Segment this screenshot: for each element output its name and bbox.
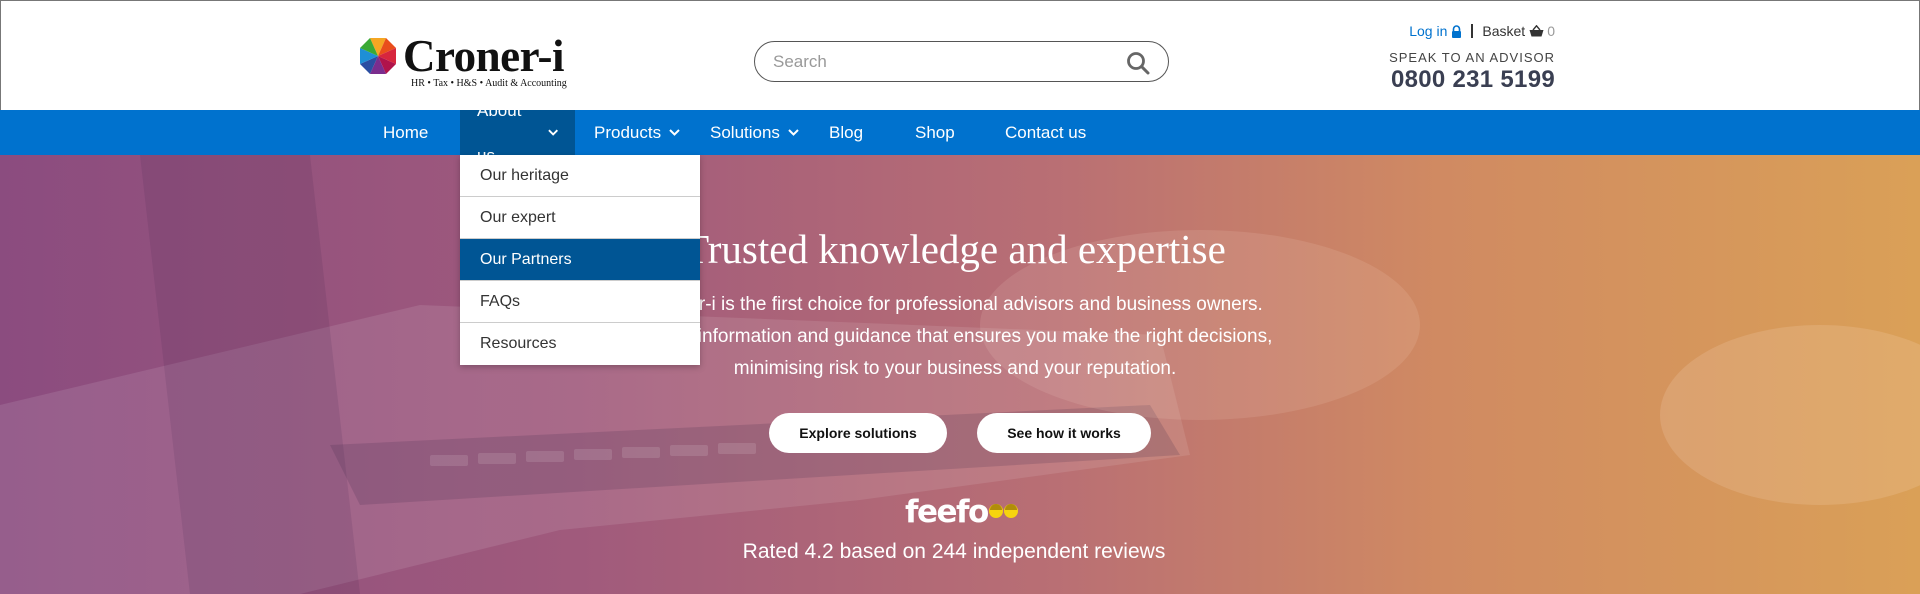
login-label: Log in [1409, 23, 1448, 39]
brand-name: Croner-i [403, 31, 564, 81]
nav-shop[interactable]: Shop [898, 110, 972, 155]
hero-line: Croner-i is the first choice for profess… [647, 294, 1263, 315]
search-icon[interactable] [1126, 51, 1150, 75]
nav-home-label: Home [383, 123, 429, 142]
basket-label: Basket [1482, 23, 1526, 39]
search-box [754, 41, 1169, 82]
hero-line: minimising risk to your business and you… [733, 358, 1177, 379]
nav-blog[interactable]: Blog [812, 110, 880, 155]
basket-count: 0 [1547, 23, 1555, 39]
login-link[interactable]: Log in [1409, 23, 1462, 39]
dropdown-item-resources[interactable]: Resources [460, 323, 700, 365]
nav-products-label: Products [594, 123, 662, 142]
nav-shop-label: Shop [915, 123, 955, 142]
dropdown-item-faqs[interactable]: FAQs [460, 281, 700, 323]
nav-home[interactable]: Home [366, 110, 445, 155]
lock-icon [1452, 24, 1462, 38]
nav-solutions-label: Solutions [710, 123, 780, 142]
brand-logo[interactable]: Croner-i HR • Tax • H&S • Audit & Accoun… [359, 31, 567, 89]
logo-octagon-icon [360, 38, 396, 74]
chevron-down-icon [547, 129, 558, 136]
hero-title: Trusted knowledge and expertise [684, 226, 1226, 272]
main-nav: Home About us Products Solutions Blog Sh… [0, 101, 1920, 165]
nav-contact-us[interactable]: Contact us [988, 110, 1103, 155]
feefo-rating: Rated 4.2 based on 244 independent revie… [742, 540, 1166, 563]
about-us-dropdown: Our heritage Our expert Our Partners FAQ… [460, 155, 700, 365]
basket-link[interactable]: Basket 0 [1482, 23, 1555, 39]
hero-line: Online information and guidance that ens… [637, 326, 1273, 347]
nav-solutions[interactable]: Solutions [693, 110, 816, 155]
chevron-down-icon [669, 129, 680, 136]
hero-description: Croner-i is the first choice for profess… [0, 289, 1910, 385]
hero-banner: Trusted knowledge and expertise Croner-i… [0, 155, 1920, 594]
feefo-logo[interactable]: feefo [905, 494, 1020, 530]
advisor-phone[interactable]: 0800 231 5199 [1391, 66, 1555, 94]
feefo-eyes-icon [988, 504, 1018, 518]
account-links: Log in Basket 0 [1409, 23, 1555, 39]
nav-about-us[interactable]: About us [460, 101, 575, 165]
advisor-label: SPEAK TO AN ADVISOR [1389, 50, 1555, 65]
divider [1471, 24, 1474, 38]
nav-blog-label: Blog [829, 123, 864, 142]
site-header: Croner-i HR • Tax • H&S • Audit & Accoun… [0, 0, 1920, 110]
search-input[interactable] [773, 51, 1103, 73]
dropdown-item-our-expert[interactable]: Our expert [460, 197, 700, 239]
nav-contact-us-label: Contact us [1005, 123, 1087, 142]
dropdown-item-our-heritage[interactable]: Our heritage [460, 155, 700, 197]
nav-products[interactable]: Products [577, 110, 697, 155]
feefo-wordmark: feefo [905, 494, 989, 530]
dropdown-item-our-partners[interactable]: Our Partners [460, 239, 700, 281]
explore-solutions-button[interactable]: Explore solutions [769, 413, 947, 453]
chevron-down-icon [788, 129, 799, 136]
see-how-it-works-button[interactable]: See how it works [977, 413, 1151, 453]
basket-icon [1529, 25, 1544, 37]
